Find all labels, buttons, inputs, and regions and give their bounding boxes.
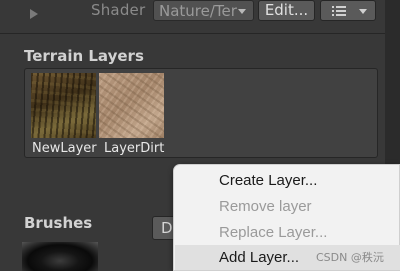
layer-thumbnail-newlayer[interactable]: [31, 73, 96, 138]
chevron-down-icon: [359, 9, 367, 14]
brush-thumbnail[interactable]: [22, 242, 98, 271]
foldout-play-icon[interactable]: [30, 9, 38, 19]
edit-shader-button[interactable]: Edit...: [258, 0, 315, 21]
dropdown-arrow-icon: [238, 9, 246, 14]
layer-label-newlayer[interactable]: NewLayer: [32, 141, 97, 156]
section-divider: [0, 33, 400, 34]
brushes-title: Brushes: [24, 214, 93, 232]
terrain-layers-title: Terrain Layers: [24, 47, 144, 65]
layer-label-layerdirt[interactable]: LayerDirt: [104, 141, 164, 156]
shader-dropdown-value: Nature/Terrain/Standard: [159, 2, 237, 20]
watermark: CSDN @秩沅: [316, 251, 384, 264]
menu-item-remove-layer: Remove layer: [219, 198, 312, 215]
shader-dropdown[interactable]: Nature/Terrain/Standard: [153, 0, 254, 21]
terrain-layers-list: NewLayer LayerDirt: [24, 68, 378, 158]
layer-thumbnail-layerdirt[interactable]: [99, 73, 164, 138]
options-dropdown-button[interactable]: [320, 0, 376, 21]
menu-item-replace-layer: Replace Layer...: [219, 224, 328, 241]
shader-label: Shader: [91, 1, 146, 19]
menu-item-create-layer[interactable]: Create Layer...: [175, 168, 400, 193]
list-options-icon: [332, 6, 346, 16]
